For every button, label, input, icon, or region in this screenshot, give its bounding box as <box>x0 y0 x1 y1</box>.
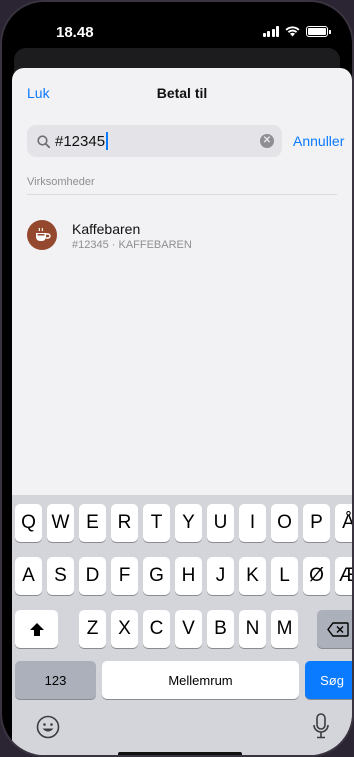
emoji-icon[interactable] <box>36 715 60 739</box>
shift-icon <box>29 622 44 636</box>
key-t[interactable]: T <box>143 504 170 542</box>
coffee-cup-icon <box>27 220 57 250</box>
page-title: Betal til <box>156 85 208 101</box>
key-c[interactable]: C <box>143 610 170 648</box>
key-f[interactable]: F <box>111 557 138 595</box>
status-time: 18.48 <box>56 24 94 41</box>
microphone-icon[interactable] <box>312 713 330 739</box>
key-y[interactable]: Y <box>175 504 202 542</box>
key-row-3: Z X C V B N M <box>12 610 352 648</box>
cellular-signal-icon <box>262 26 279 37</box>
backspace-icon <box>327 621 349 637</box>
key-u[interactable]: U <box>207 504 234 542</box>
key-g[interactable]: G <box>143 557 170 595</box>
key-n[interactable]: N <box>239 610 266 648</box>
search-row: #12345 ✕ Annuller <box>12 118 352 164</box>
key-s[interactable]: S <box>47 557 74 595</box>
key-row-4: 123 Mellemrum Søg <box>12 661 352 699</box>
text-cursor <box>106 132 109 150</box>
nav-bar: Luk Betal til <box>12 68 352 118</box>
home-indicator <box>118 752 242 755</box>
key-o[interactable]: O <box>271 504 298 542</box>
search-key[interactable]: Søg <box>305 661 352 699</box>
numbers-key[interactable]: 123 <box>15 661 96 699</box>
key-a[interactable]: A <box>15 557 42 595</box>
key-aa[interactable]: Å <box>335 504 352 542</box>
key-row-1: Q W E R T Y U I O P Å <box>12 504 352 542</box>
key-h[interactable]: H <box>175 557 202 595</box>
list-item[interactable]: Kaffebaren #12345 · KAFFEBAREN <box>12 199 352 257</box>
search-input[interactable]: #12345 ✕ <box>27 125 282 157</box>
key-k[interactable]: K <box>239 557 266 595</box>
key-row-2: A S D F G H J K L Ø Æ <box>12 557 352 595</box>
backspace-key[interactable] <box>317 610 352 648</box>
key-j[interactable]: J <box>207 557 234 595</box>
key-b[interactable]: B <box>207 610 234 648</box>
phone-screen: 18.48 Luk Betal til #12345 ✕ Annuller Vi… <box>0 0 354 757</box>
key-r[interactable]: R <box>111 504 138 542</box>
key-oe[interactable]: Ø <box>303 557 330 595</box>
status-icons <box>262 26 331 37</box>
key-w[interactable]: W <box>47 504 74 542</box>
section-header: Virksomheder <box>27 176 337 195</box>
cancel-search-button[interactable]: Annuller <box>293 133 344 149</box>
business-name: Kaffebaren <box>72 221 141 237</box>
key-q[interactable]: Q <box>15 504 42 542</box>
business-id: #12345 · KAFFEBAREN <box>72 239 192 251</box>
space-key[interactable]: Mellemrum <box>102 661 299 699</box>
key-x[interactable]: X <box>111 610 138 648</box>
keyboard: Q W E R T Y U I O P Å A S D F G H J K L … <box>12 495 352 755</box>
key-ae[interactable]: Æ <box>335 557 352 595</box>
keyboard-bottom-bar <box>12 705 352 755</box>
key-l[interactable]: L <box>271 557 298 595</box>
key-i[interactable]: I <box>239 504 266 542</box>
key-d[interactable]: D <box>79 557 106 595</box>
key-m[interactable]: M <box>271 610 298 648</box>
key-z[interactable]: Z <box>79 610 106 648</box>
shift-key[interactable] <box>15 610 58 648</box>
battery-icon <box>306 26 331 37</box>
wifi-icon <box>285 26 300 37</box>
search-icon <box>37 134 50 148</box>
clear-icon[interactable]: ✕ <box>260 134 274 148</box>
search-value: #12345 <box>55 132 106 150</box>
key-e[interactable]: E <box>79 504 106 542</box>
key-p[interactable]: P <box>303 504 330 542</box>
key-v[interactable]: V <box>175 610 202 648</box>
